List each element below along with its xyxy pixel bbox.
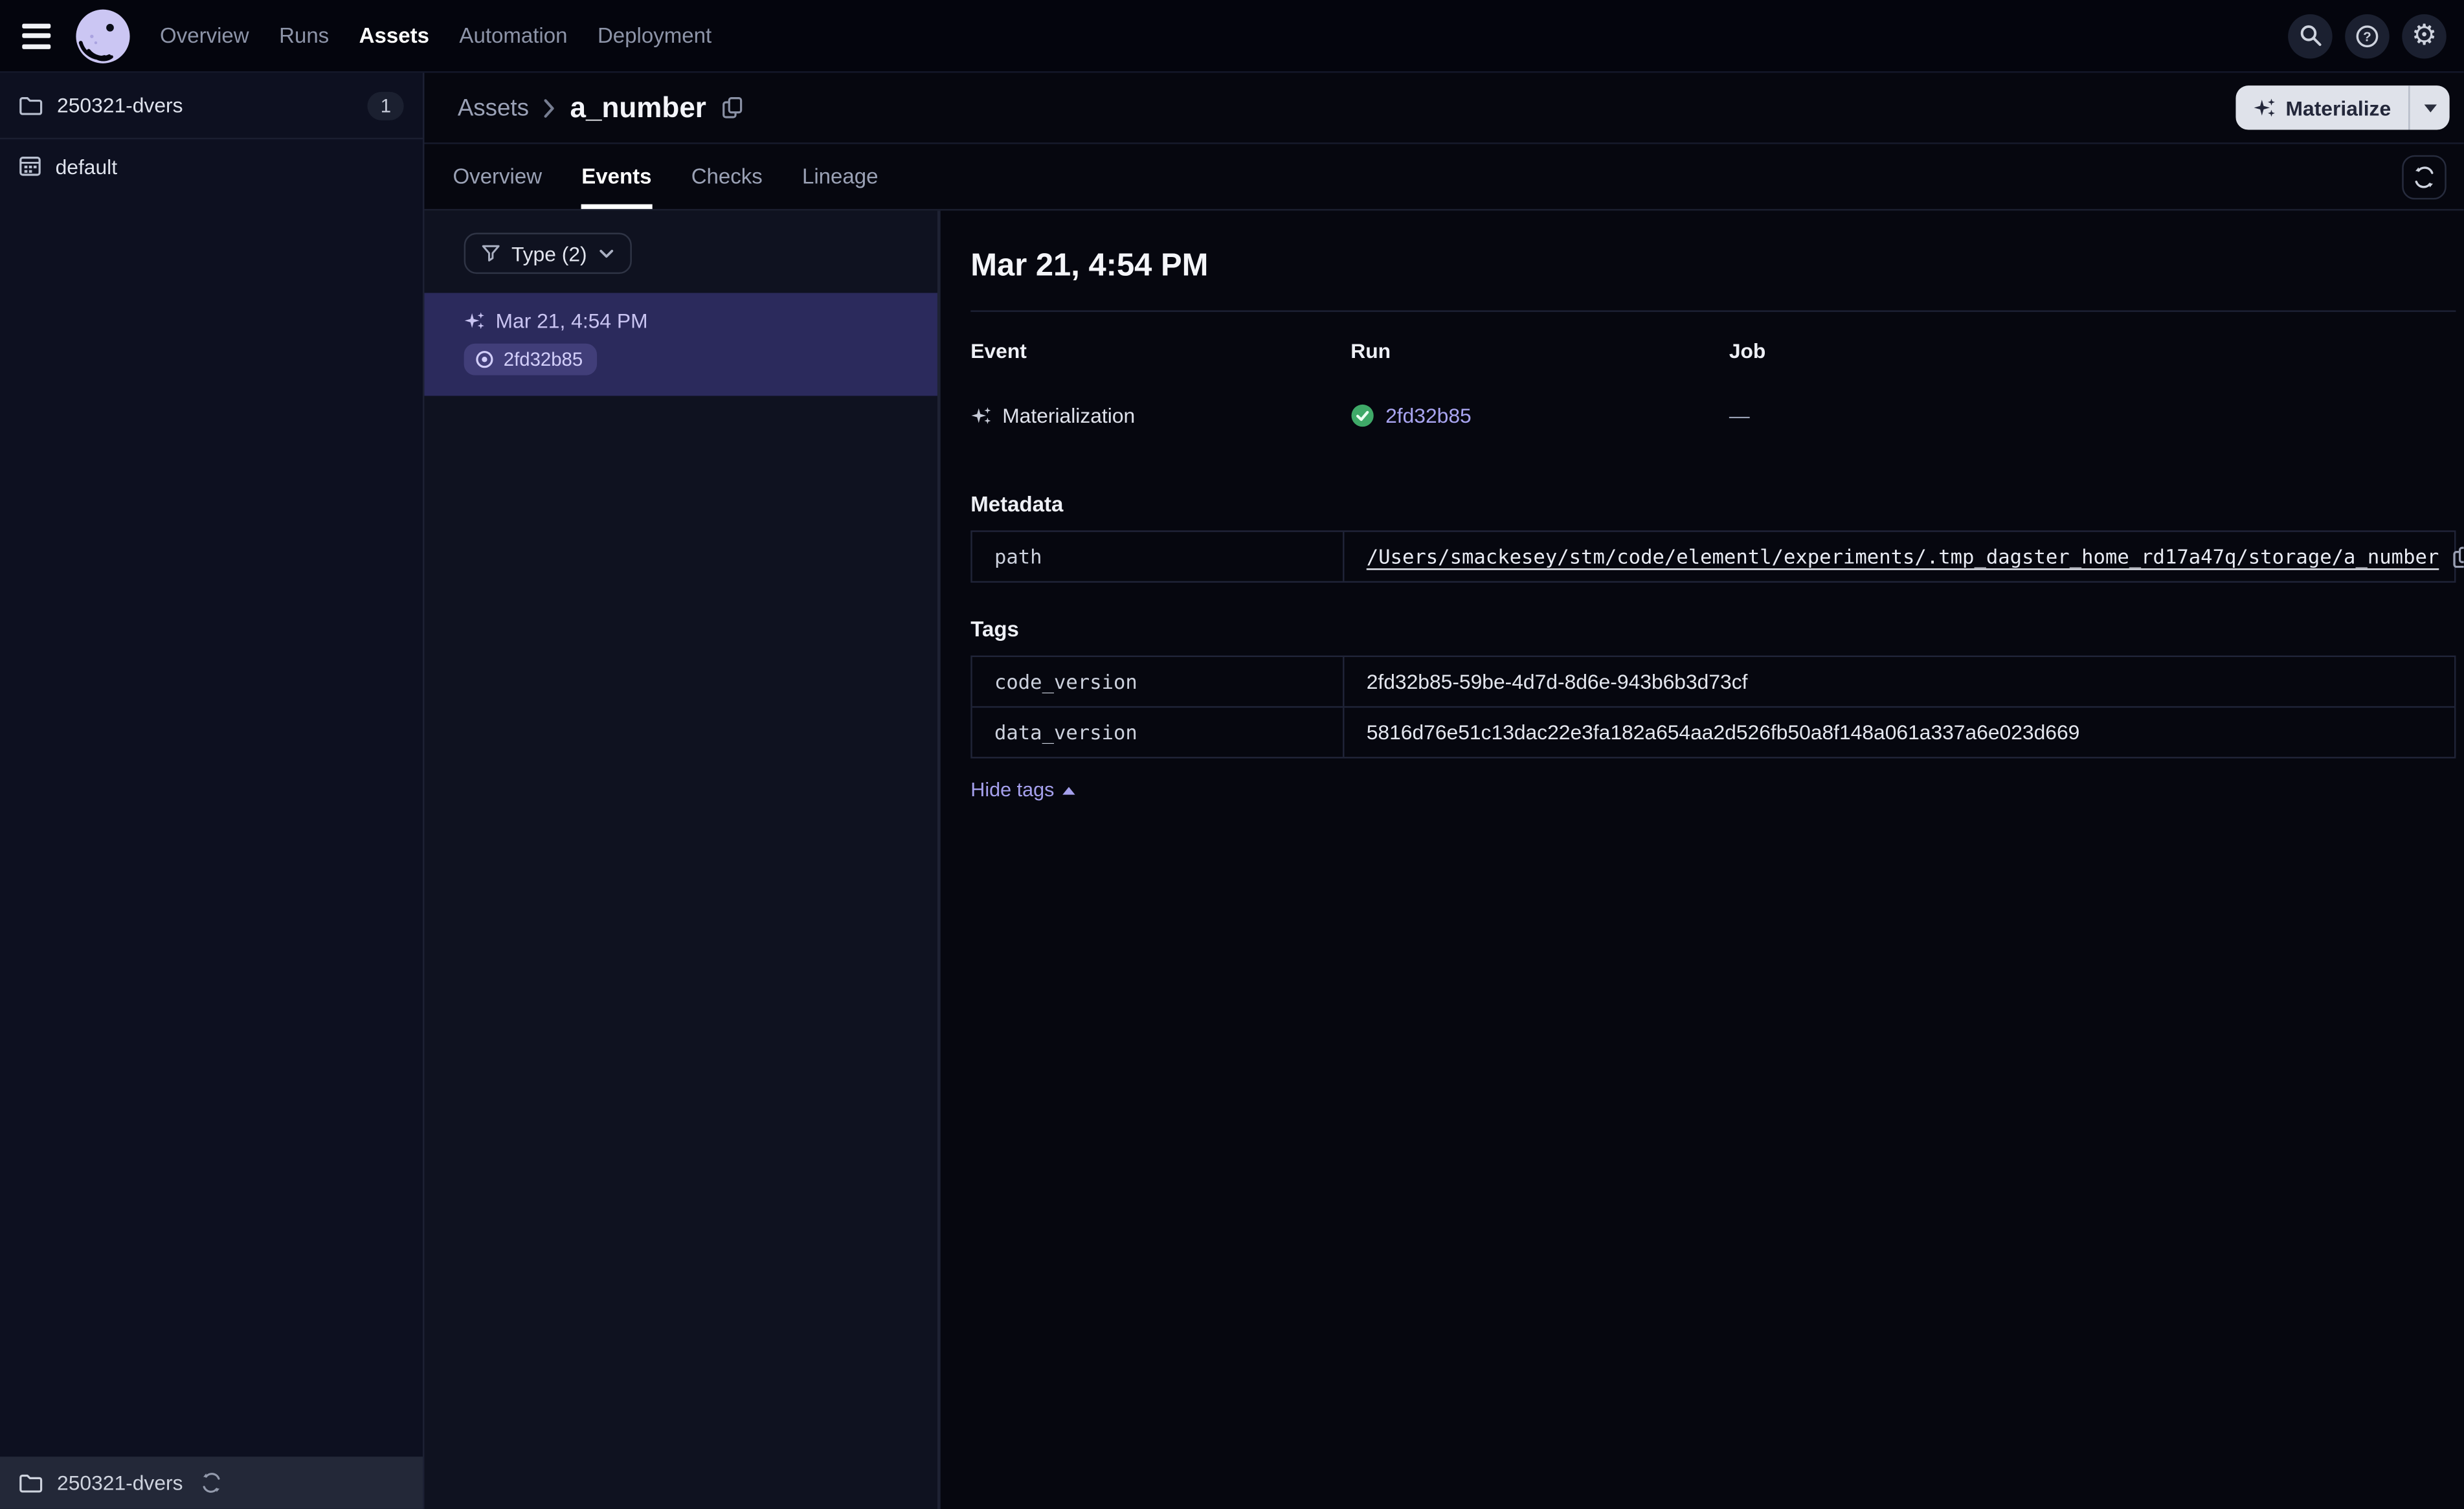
- job-value: —: [1729, 404, 2456, 428]
- nav-assets[interactable]: Assets: [356, 17, 432, 54]
- event-run-id: 2fd32b85: [503, 348, 583, 371]
- metadata-table: path /Users/smackesey/stm/code/elementl/…: [970, 530, 2464, 583]
- breadcrumb-chevron-icon: [543, 97, 556, 118]
- event-type-label: Materialization: [1002, 403, 1136, 428]
- help-icon: ?: [2356, 25, 2379, 47]
- hide-tags-button[interactable]: Hide tags: [970, 779, 1075, 801]
- tags-table: code_version 2fd32b85-59be-4d7d-8d6e-943…: [970, 655, 2456, 759]
- tab-events[interactable]: Events: [581, 144, 652, 209]
- dagster-logo[interactable]: [74, 7, 131, 64]
- materialize-button[interactable]: Materialize: [2235, 85, 2408, 129]
- hide-tags-label: Hide tags: [970, 779, 1055, 801]
- caret-down-icon: [2423, 104, 2436, 112]
- table-row: code_version 2fd32b85-59be-4d7d-8d6e-943…: [972, 657, 2454, 706]
- nav-automation[interactable]: Automation: [456, 17, 571, 54]
- gear-icon: ⚙: [2411, 18, 2437, 52]
- asset-tabs: Overview Events Checks Lineage: [424, 144, 2464, 211]
- copy-path-button[interactable]: [2453, 546, 2464, 568]
- copy-icon: [722, 97, 743, 118]
- run-id-link[interactable]: 2fd32b85: [1385, 404, 1472, 428]
- metadata-heading: Metadata: [970, 492, 1064, 517]
- tab-lineage[interactable]: Lineage: [802, 144, 879, 209]
- event-list-item-selected[interactable]: Mar 21, 4:54 PM 2fd32b85: [424, 293, 937, 396]
- run-status-icon: [476, 351, 493, 368]
- event-column-label: Event: [970, 339, 1027, 363]
- help-button[interactable]: ?: [2345, 13, 2390, 58]
- copy-icon: [2454, 546, 2464, 567]
- event-timestamp: Mar 21, 4:54 PM: [495, 308, 648, 333]
- sidebar-footer[interactable]: 250321-dvers: [0, 1457, 423, 1509]
- event-run-job-headers: Event Run Job: [970, 339, 2456, 363]
- event-run-job-values: Materialization 2fd32b85 —: [970, 390, 2456, 428]
- detail-divider: [970, 310, 2456, 312]
- tab-overview[interactable]: Overview: [453, 144, 542, 209]
- top-nav: Overview Runs Assets Automation Deployme…: [0, 0, 2464, 73]
- run-success-icon: [1351, 404, 1374, 427]
- page-title-asset-name: a_number: [570, 91, 706, 123]
- job-empty-dash: —: [1729, 403, 1750, 428]
- nav-deployment[interactable]: Deployment: [594, 17, 715, 54]
- path-link[interactable]: /Users/smackesey/stm/code/elementl/exper…: [1367, 544, 2439, 568]
- tag-key: data_version: [994, 720, 1137, 744]
- tag-value: 2fd32b85-59be-4d7d-8d6e-943b6b3d73cf: [1343, 657, 2454, 706]
- hamburger-menu-icon[interactable]: [22, 17, 60, 55]
- asset-header: Assets a_number Materialize: [424, 73, 2464, 144]
- filter-label: Type (2): [511, 241, 587, 265]
- table-row: data_version 5816d76e51c13dac22e3fa182a6…: [972, 706, 2454, 757]
- dagster-app: Overview Runs Assets Automation Deployme…: [0, 0, 2464, 1509]
- event-type-filter-button[interactable]: Type (2): [464, 232, 632, 274]
- tag-value: 5816d76e51c13dac22e3fa182a654aa2d526fb50…: [1343, 708, 2454, 757]
- settings-button[interactable]: ⚙: [2402, 13, 2447, 58]
- tab-checks[interactable]: Checks: [691, 144, 763, 209]
- asset-count-badge: 1: [368, 91, 404, 120]
- tags-heading: Tags: [970, 617, 1019, 642]
- footer-location-label: 250321-dvers: [57, 1471, 183, 1495]
- nav-runs[interactable]: Runs: [276, 17, 332, 54]
- refresh-events-button[interactable]: [2402, 155, 2447, 200]
- breadcrumb-assets[interactable]: Assets: [458, 95, 529, 122]
- events-filter-row: Type (2): [424, 210, 937, 293]
- sidebar-item-code-location[interactable]: 250321-dvers 1: [0, 73, 423, 140]
- event-run-pill[interactable]: 2fd32b85: [464, 343, 598, 375]
- chevron-down-icon: [598, 248, 614, 259]
- search-icon: [2300, 25, 2321, 46]
- materialize-split-button: Materialize: [2235, 85, 2450, 130]
- materialize-dropdown-button[interactable]: [2410, 85, 2450, 129]
- materialization-sparkle-icon: [464, 312, 484, 330]
- group-label: default: [55, 154, 118, 179]
- sparkle-icon: [2253, 98, 2274, 117]
- asset-group-icon: [19, 157, 41, 176]
- events-list-panel: Type (2) Mar 21, 4:54 PM 2fd32b85: [424, 210, 941, 1509]
- code-location-label: 250321-dvers: [57, 93, 183, 117]
- nav-overview[interactable]: Overview: [157, 17, 252, 54]
- event-detail-panel: Mar 21, 4:54 PM Event Run Job Materializ…: [940, 210, 2464, 1509]
- folder-icon: [19, 97, 43, 115]
- run-value: 2fd32b85: [1350, 404, 1729, 428]
- top-nav-actions: ? ⚙: [2288, 13, 2447, 58]
- tag-key: code_version: [994, 669, 1137, 694]
- copy-asset-name-button[interactable]: [722, 96, 743, 118]
- sidebar-item-group-default[interactable]: default: [0, 139, 423, 193]
- filter-icon: [482, 244, 500, 263]
- search-button[interactable]: [2288, 13, 2333, 58]
- top-nav-links: Overview Runs Assets Automation Deployme…: [157, 17, 715, 54]
- sync-icon: [2415, 166, 2434, 188]
- run-column-label: Run: [1350, 339, 1391, 363]
- table-row: path /Users/smackesey/stm/code/elementl/…: [972, 531, 2464, 581]
- metadata-value: /Users/smackesey/stm/code/elementl/exper…: [1343, 531, 2464, 581]
- job-column-label: Job: [1729, 339, 1766, 363]
- materialize-label: Materialize: [2285, 95, 2391, 120]
- folder-icon: [19, 1474, 43, 1493]
- caret-up-icon: [1062, 786, 1075, 794]
- metadata-key: path: [994, 544, 1042, 569]
- event-type-value: Materialization: [970, 403, 1350, 428]
- materialization-sparkle-icon: [971, 407, 991, 424]
- svg-text:?: ?: [2363, 28, 2371, 43]
- event-detail-title: Mar 21, 4:54 PM: [970, 248, 1209, 284]
- asset-catalog-sidebar: 250321-dvers 1 default 250321-dvers: [0, 73, 425, 1509]
- reload-location-icon[interactable]: [200, 1473, 221, 1493]
